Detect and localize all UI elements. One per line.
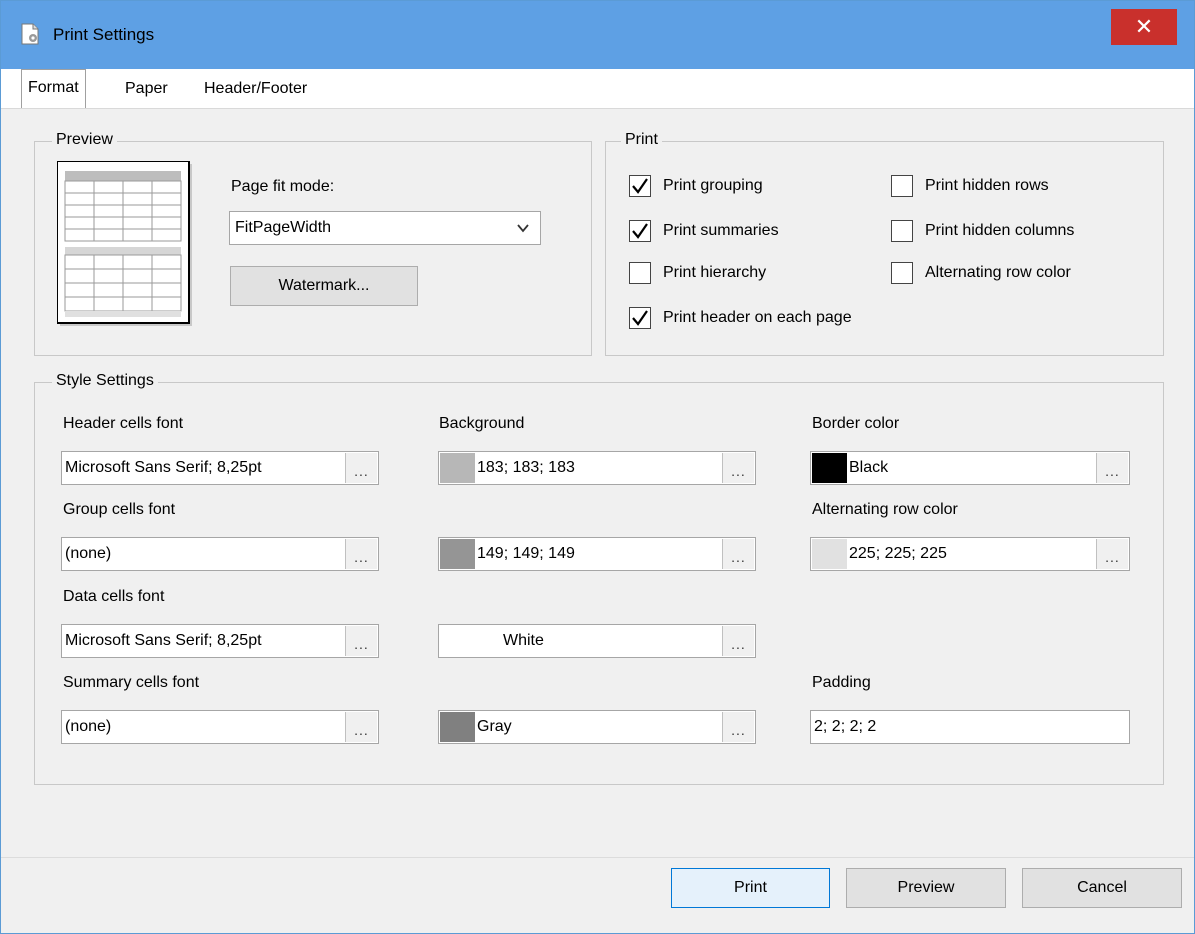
border-color-field[interactable]: Black ... <box>810 451 1130 485</box>
summary-background-field[interactable]: Gray ... <box>438 710 756 744</box>
data-background-value: White <box>503 632 544 649</box>
color-swatch <box>440 712 475 742</box>
summary-cells-font-label: Summary cells font <box>63 674 200 691</box>
alternating-row-color-checkbox[interactable] <box>891 262 913 284</box>
header-cells-font-browse-button[interactable]: ... <box>345 453 377 483</box>
color-swatch <box>440 453 475 483</box>
print-hidden-rows-checkbox[interactable] <box>891 175 913 197</box>
data-cells-font-browse-button[interactable]: ... <box>345 626 377 656</box>
document-settings-icon <box>21 23 39 45</box>
print-hidden-columns-checkbox[interactable] <box>891 220 913 242</box>
group-background-browse-button[interactable]: ... <box>722 539 754 569</box>
group-cells-font-label: Group cells font <box>63 501 176 518</box>
chevron-down-icon <box>517 224 529 233</box>
print-hidden-columns-label: Print hidden columns <box>925 222 1075 239</box>
group-cells-font-field[interactable]: (none) ... <box>61 537 379 571</box>
header-background-value: 183; 183; 183 <box>477 459 575 476</box>
padding-label: Padding <box>812 674 871 691</box>
print-header-each-page-label: Print header on each page <box>663 309 852 326</box>
data-background-field[interactable]: White ... <box>438 624 756 658</box>
summary-cells-font-field[interactable]: (none) ... <box>61 710 379 744</box>
summary-background-value: Gray <box>477 718 512 735</box>
group-background-field[interactable]: 149; 149; 149 ... <box>438 537 756 571</box>
padding-value: 2; 2; 2; 2 <box>814 718 877 735</box>
page-fit-mode-value: FitPageWidth <box>235 219 332 236</box>
page-fit-mode-select[interactable]: FitPageWidth <box>229 211 541 245</box>
color-swatch <box>440 626 475 656</box>
alternating-row-color-browse-button[interactable]: ... <box>1096 539 1128 569</box>
close-button[interactable]: ✕ <box>1111 9 1177 45</box>
print-grouping-label: Print grouping <box>663 177 763 194</box>
summary-background-browse-button[interactable]: ... <box>722 712 754 742</box>
border-color-label: Border color <box>812 415 900 432</box>
data-cells-font-field[interactable]: Microsoft Sans Serif; 8,25pt ... <box>61 624 379 658</box>
background-label: Background <box>439 415 525 432</box>
color-swatch <box>812 453 847 483</box>
close-icon: ✕ <box>1134 14 1154 39</box>
print-hierarchy-label: Print hierarchy <box>663 264 767 281</box>
data-cells-font-value: Microsoft Sans Serif; 8,25pt <box>65 632 262 649</box>
footer-divider <box>1 857 1194 858</box>
checkmark-icon <box>632 310 648 326</box>
style-settings-group-title: Style Settings <box>52 372 158 390</box>
alternating-row-color-style-label: Alternating row color <box>812 501 958 518</box>
print-hierarchy-checkbox[interactable] <box>629 262 651 284</box>
alternating-row-color-label: Alternating row color <box>925 264 1071 281</box>
data-cells-font-label: Data cells font <box>63 588 165 605</box>
group-cells-font-browse-button[interactable]: ... <box>345 539 377 569</box>
color-swatch <box>440 539 475 569</box>
window-title: Print Settings <box>53 25 155 44</box>
border-color-value: Black <box>849 459 889 476</box>
summary-cells-font-value: (none) <box>65 718 112 735</box>
page-preview-thumbnail <box>57 161 192 326</box>
print-summaries-checkbox[interactable] <box>629 220 651 242</box>
header-background-browse-button[interactable]: ... <box>722 453 754 483</box>
alternating-row-color-field[interactable]: 225; 225; 225 ... <box>810 537 1130 571</box>
header-cells-font-value: Microsoft Sans Serif; 8,25pt <box>65 459 262 476</box>
summary-cells-font-browse-button[interactable]: ... <box>345 712 377 742</box>
print-grouping-checkbox[interactable] <box>629 175 651 197</box>
padding-field[interactable]: 2; 2; 2; 2 <box>810 710 1130 744</box>
tab-format[interactable]: Format <box>21 69 86 108</box>
print-button[interactable]: Print <box>671 868 830 908</box>
tab-strip <box>1 69 1194 109</box>
data-background-browse-button[interactable]: ... <box>722 626 754 656</box>
print-hidden-rows-label: Print hidden rows <box>925 177 1049 194</box>
print-group-title: Print <box>621 131 662 149</box>
group-cells-font-value: (none) <box>65 545 112 562</box>
header-background-field[interactable]: 183; 183; 183 ... <box>438 451 756 485</box>
print-header-each-page-checkbox[interactable] <box>629 307 651 329</box>
print-summaries-label: Print summaries <box>663 222 779 239</box>
header-cells-font-label: Header cells font <box>63 415 184 432</box>
print-settings-window: Print Settings ✕ Format Paper Header/Foo… <box>0 0 1195 934</box>
checkmark-icon <box>632 223 648 239</box>
border-color-browse-button[interactable]: ... <box>1096 453 1128 483</box>
group-background-value: 149; 149; 149 <box>477 545 575 562</box>
header-cells-font-field[interactable]: Microsoft Sans Serif; 8,25pt ... <box>61 451 379 485</box>
color-swatch <box>812 539 847 569</box>
title-bar[interactable]: Print Settings ✕ <box>1 1 1194 69</box>
page-fit-mode-label: Page fit mode: <box>231 178 335 195</box>
preview-button[interactable]: Preview <box>846 868 1006 908</box>
checkmark-icon <box>632 178 648 194</box>
watermark-button[interactable]: Watermark... <box>230 266 418 306</box>
alternating-row-color-value: 225; 225; 225 <box>849 545 947 562</box>
tab-header-footer[interactable]: Header/Footer <box>198 71 313 107</box>
tab-paper[interactable]: Paper <box>119 71 174 107</box>
cancel-button[interactable]: Cancel <box>1022 868 1182 908</box>
preview-group-title: Preview <box>52 131 117 149</box>
